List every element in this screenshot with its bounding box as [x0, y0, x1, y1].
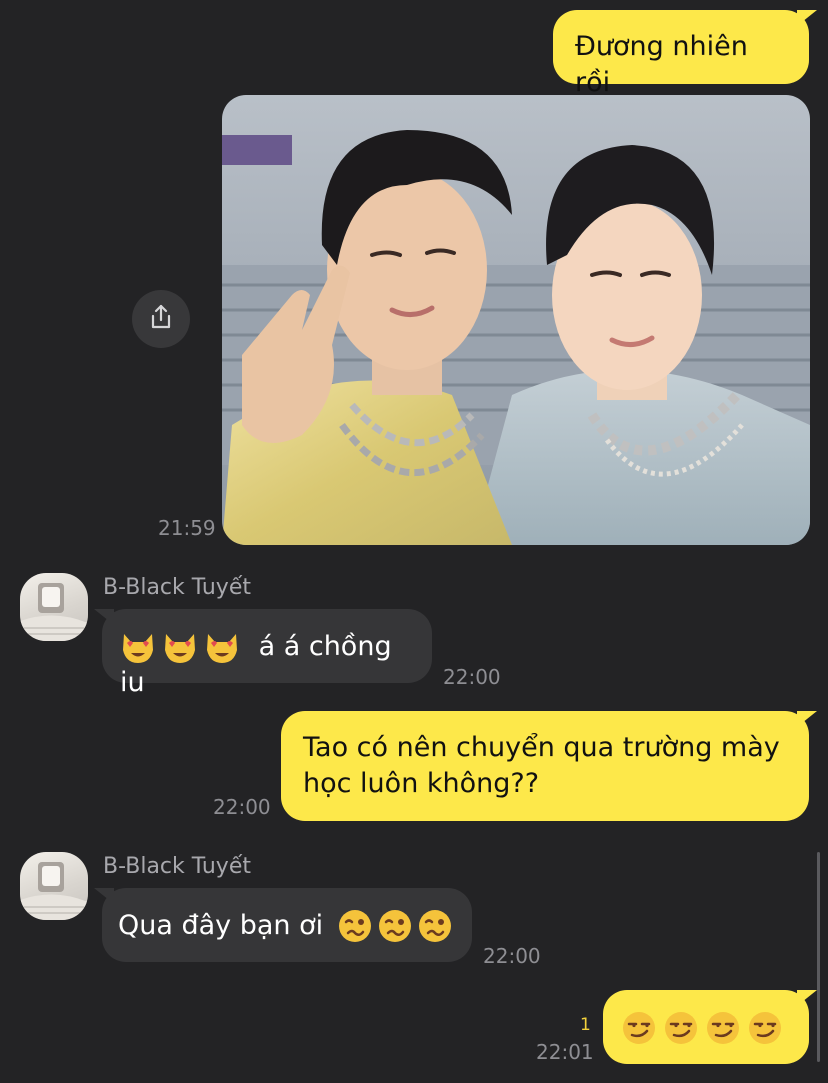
smiling-cat-heart-eyes-emoji	[120, 630, 156, 664]
smirking-face-emoji	[747, 1010, 783, 1046]
message-timestamp: 21:59	[158, 516, 216, 540]
message-text: á á chồng iu	[120, 630, 392, 699]
woozy-face-emoji	[418, 909, 452, 943]
scrollbar[interactable]	[817, 852, 820, 1062]
outgoing-message-bubble[interactable]: Tao có nên chuyển qua trường mày học luô…	[281, 711, 817, 821]
woozy-face-emoji	[338, 909, 372, 943]
message-timestamp: 22:01	[536, 1040, 594, 1064]
chat-view: Đương nhiên rồi 21:59 B-Black Tuyết á á …	[0, 0, 828, 1083]
unread-count: 1	[580, 1015, 591, 1035]
smiling-cat-heart-eyes-emoji	[204, 630, 240, 664]
avatar[interactable]	[20, 573, 88, 641]
smirking-face-emoji	[663, 1010, 699, 1046]
smirking-face-emoji	[621, 1010, 657, 1046]
message-timestamp: 22:00	[443, 665, 501, 689]
avatar[interactable]	[20, 852, 88, 920]
incoming-message-bubble[interactable]: Qua đây bạn ơi	[94, 888, 472, 962]
message-text-line: Tao có nên chuyển qua trường mày	[303, 732, 780, 763]
outgoing-message-bubble[interactable]: Đương nhiên rồi	[553, 10, 817, 98]
sender-name: B-Black Tuyết	[103, 854, 251, 879]
smirking-face-emoji	[705, 1010, 741, 1046]
sender-name: B-Black Tuyết	[103, 575, 251, 600]
message-timestamp: 22:00	[213, 795, 271, 819]
smiling-cat-heart-eyes-emoji	[162, 630, 198, 664]
outgoing-message-bubble[interactable]	[603, 990, 817, 1064]
share-icon	[147, 303, 175, 335]
message-text-line: học luôn không??	[303, 768, 540, 799]
message-text: Đương nhiên rồi	[575, 31, 748, 98]
incoming-message-bubble[interactable]: á á chồng iu	[94, 609, 432, 698]
woozy-face-emoji	[378, 909, 412, 943]
message-timestamp: 22:00	[483, 944, 541, 968]
message-text: Qua đây bạn ơi	[118, 909, 324, 941]
share-button[interactable]	[132, 290, 190, 348]
photo-message[interactable]	[222, 95, 810, 545]
